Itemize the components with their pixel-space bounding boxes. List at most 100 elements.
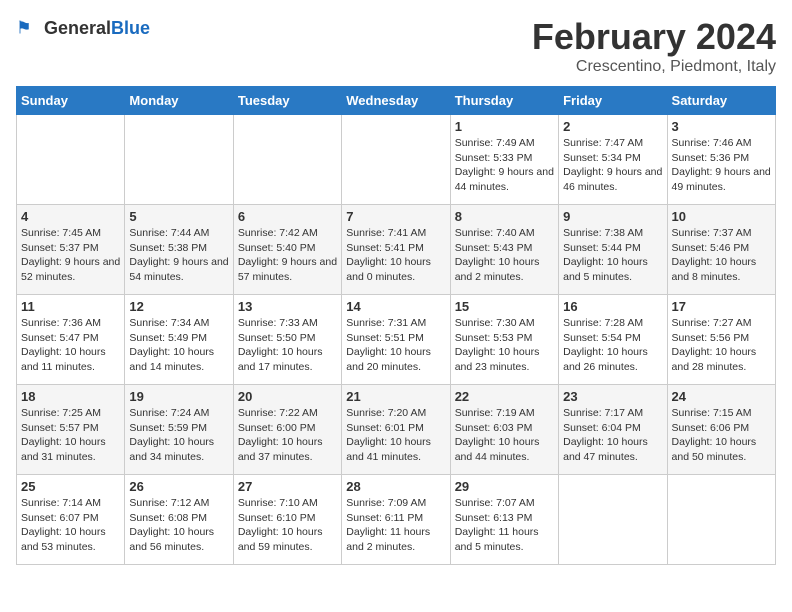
day-info: Sunrise: 7:19 AM Sunset: 6:03 PM Dayligh…: [455, 406, 554, 465]
day-info: Sunrise: 7:25 AM Sunset: 5:57 PM Dayligh…: [21, 406, 120, 465]
day-number: 21: [346, 389, 445, 404]
day-info: Sunrise: 7:22 AM Sunset: 6:00 PM Dayligh…: [238, 406, 337, 465]
logo-general: General: [44, 18, 111, 38]
calendar-cell: 10 Sunrise: 7:37 AM Sunset: 5:46 PM Dayli…: [667, 205, 775, 295]
day-number: 22: [455, 389, 554, 404]
day-info: Sunrise: 7:33 AM Sunset: 5:50 PM Dayligh…: [238, 316, 337, 375]
calendar-cell: [667, 475, 775, 565]
day-info: Sunrise: 7:49 AM Sunset: 5:33 PM Dayligh…: [455, 136, 554, 195]
svg-text:⚑: ⚑: [16, 18, 32, 38]
calendar-cell: 29 Sunrise: 7:07 AM Sunset: 6:13 PM Dayli…: [450, 475, 558, 565]
day-info: Sunrise: 7:12 AM Sunset: 6:08 PM Dayligh…: [129, 496, 228, 555]
calendar-header-row: SundayMondayTuesdayWednesdayThursdayFrid…: [17, 87, 776, 115]
calendar-cell: 18Sunrise: 7:25 AM Sunset: 5:57 PM Dayli…: [17, 385, 125, 475]
calendar-cell: 27Sunrise: 7:10 AM Sunset: 6:10 PM Dayli…: [233, 475, 341, 565]
day-number: 1: [455, 119, 554, 134]
location-subtitle: Crescentino, Piedmont, Italy: [532, 58, 776, 76]
column-header-saturday: Saturday: [667, 87, 775, 115]
month-year-title: February 2024: [532, 16, 776, 58]
day-info: Sunrise: 7:36 AM Sunset: 5:47 PM Dayligh…: [21, 316, 120, 375]
day-number: 16: [563, 299, 662, 314]
calendar-cell: 3 Sunrise: 7:46 AM Sunset: 5:36 PM Daylig…: [667, 115, 775, 205]
day-number: 6: [238, 209, 337, 224]
day-number: 9: [563, 209, 662, 224]
calendar-cell: 12 Sunrise: 7:34 AM Sunset: 5:49 PM Dayli…: [125, 295, 233, 385]
day-info: Sunrise: 7:34 AM Sunset: 5:49 PM Dayligh…: [129, 316, 228, 375]
column-header-wednesday: Wednesday: [342, 87, 450, 115]
day-info: Sunrise: 7:40 AM Sunset: 5:43 PM Dayligh…: [455, 226, 554, 285]
calendar-cell: 4 Sunrise: 7:45 AM Sunset: 5:37 PM Daylig…: [17, 205, 125, 295]
column-header-sunday: Sunday: [17, 87, 125, 115]
day-number: 12: [129, 299, 228, 314]
day-number: 23: [563, 389, 662, 404]
calendar-week-row: 1 Sunrise: 7:49 AM Sunset: 5:33 PM Daylig…: [17, 115, 776, 205]
day-number: 15: [455, 299, 554, 314]
calendar-cell: [559, 475, 667, 565]
calendar-week-row: 18Sunrise: 7:25 AM Sunset: 5:57 PM Dayli…: [17, 385, 776, 475]
day-info: Sunrise: 7:46 AM Sunset: 5:36 PM Dayligh…: [672, 136, 771, 195]
calendar-cell: 28Sunrise: 7:09 AM Sunset: 6:11 PM Dayli…: [342, 475, 450, 565]
calendar-cell: 7 Sunrise: 7:41 AM Sunset: 5:41 PM Daylig…: [342, 205, 450, 295]
day-number: 24: [672, 389, 771, 404]
day-number: 13: [238, 299, 337, 314]
day-number: 27: [238, 479, 337, 494]
day-info: Sunrise: 7:30 AM Sunset: 5:53 PM Dayligh…: [455, 316, 554, 375]
calendar-cell: 23 Sunrise: 7:17 AM Sunset: 6:04 PM Dayli…: [559, 385, 667, 475]
day-number: 8: [455, 209, 554, 224]
day-number: 14: [346, 299, 445, 314]
column-header-monday: Monday: [125, 87, 233, 115]
day-info: Sunrise: 7:45 AM Sunset: 5:37 PM Dayligh…: [21, 226, 120, 285]
calendar-week-row: 11 Sunrise: 7:36 AM Sunset: 5:47 PM Dayli…: [17, 295, 776, 385]
calendar-cell: 9 Sunrise: 7:38 AM Sunset: 5:44 PM Daylig…: [559, 205, 667, 295]
calendar-cell: 24 Sunrise: 7:15 AM Sunset: 6:06 PM Dayli…: [667, 385, 775, 475]
column-header-thursday: Thursday: [450, 87, 558, 115]
calendar-cell: 17Sunrise: 7:27 AM Sunset: 5:56 PM Dayli…: [667, 295, 775, 385]
day-info: Sunrise: 7:09 AM Sunset: 6:11 PM Dayligh…: [346, 496, 445, 555]
day-info: Sunrise: 7:47 AM Sunset: 5:34 PM Dayligh…: [563, 136, 662, 195]
column-header-friday: Friday: [559, 87, 667, 115]
day-info: Sunrise: 7:42 AM Sunset: 5:40 PM Dayligh…: [238, 226, 337, 285]
calendar-cell: 19 Sunrise: 7:24 AM Sunset: 5:59 PM Dayli…: [125, 385, 233, 475]
calendar-cell: 20 Sunrise: 7:22 AM Sunset: 6:00 PM Dayli…: [233, 385, 341, 475]
day-info: Sunrise: 7:07 AM Sunset: 6:13 PM Dayligh…: [455, 496, 554, 555]
logo: ⚑ GeneralBlue: [16, 16, 150, 40]
day-number: 7: [346, 209, 445, 224]
calendar-cell: 13 Sunrise: 7:33 AM Sunset: 5:50 PM Dayli…: [233, 295, 341, 385]
calendar-cell: [233, 115, 341, 205]
day-number: 19: [129, 389, 228, 404]
logo-blue: Blue: [111, 18, 150, 38]
day-number: 20: [238, 389, 337, 404]
day-number: 11: [21, 299, 120, 314]
day-number: 10: [672, 209, 771, 224]
day-info: Sunrise: 7:37 AM Sunset: 5:46 PM Dayligh…: [672, 226, 771, 285]
page-header: ⚑ GeneralBlue February 2024 Crescentino,…: [16, 16, 776, 76]
calendar-cell: 22 Sunrise: 7:19 AM Sunset: 6:03 PM Dayli…: [450, 385, 558, 475]
day-number: 2: [563, 119, 662, 134]
calendar-week-row: 25 Sunrise: 7:14 AM Sunset: 6:07 PM Dayli…: [17, 475, 776, 565]
logo-icon: ⚑: [16, 16, 40, 40]
day-number: 5: [129, 209, 228, 224]
calendar-cell: 15 Sunrise: 7:30 AM Sunset: 5:53 PM Dayli…: [450, 295, 558, 385]
title-area: February 2024 Crescentino, Piedmont, Ita…: [532, 16, 776, 76]
calendar-cell: 26 Sunrise: 7:12 AM Sunset: 6:08 PM Dayli…: [125, 475, 233, 565]
day-number: 29: [455, 479, 554, 494]
day-info: Sunrise: 7:38 AM Sunset: 5:44 PM Dayligh…: [563, 226, 662, 285]
day-number: 17: [672, 299, 771, 314]
day-number: 4: [21, 209, 120, 224]
calendar-cell: 6 Sunrise: 7:42 AM Sunset: 5:40 PM Daylig…: [233, 205, 341, 295]
calendar-cell: 2 Sunrise: 7:47 AM Sunset: 5:34 PM Daylig…: [559, 115, 667, 205]
calendar-cell: [17, 115, 125, 205]
day-info: Sunrise: 7:14 AM Sunset: 6:07 PM Dayligh…: [21, 496, 120, 555]
calendar-cell: 8 Sunrise: 7:40 AM Sunset: 5:43 PM Daylig…: [450, 205, 558, 295]
calendar-table: SundayMondayTuesdayWednesdayThursdayFrid…: [16, 86, 776, 565]
day-info: Sunrise: 7:17 AM Sunset: 6:04 PM Dayligh…: [563, 406, 662, 465]
day-info: Sunrise: 7:41 AM Sunset: 5:41 PM Dayligh…: [346, 226, 445, 285]
calendar-cell: 16Sunrise: 7:28 AM Sunset: 5:54 PM Dayli…: [559, 295, 667, 385]
column-header-tuesday: Tuesday: [233, 87, 341, 115]
calendar-cell: 21Sunrise: 7:20 AM Sunset: 6:01 PM Dayli…: [342, 385, 450, 475]
day-info: Sunrise: 7:24 AM Sunset: 5:59 PM Dayligh…: [129, 406, 228, 465]
day-info: Sunrise: 7:15 AM Sunset: 6:06 PM Dayligh…: [672, 406, 771, 465]
day-number: 25: [21, 479, 120, 494]
day-number: 3: [672, 119, 771, 134]
day-number: 26: [129, 479, 228, 494]
